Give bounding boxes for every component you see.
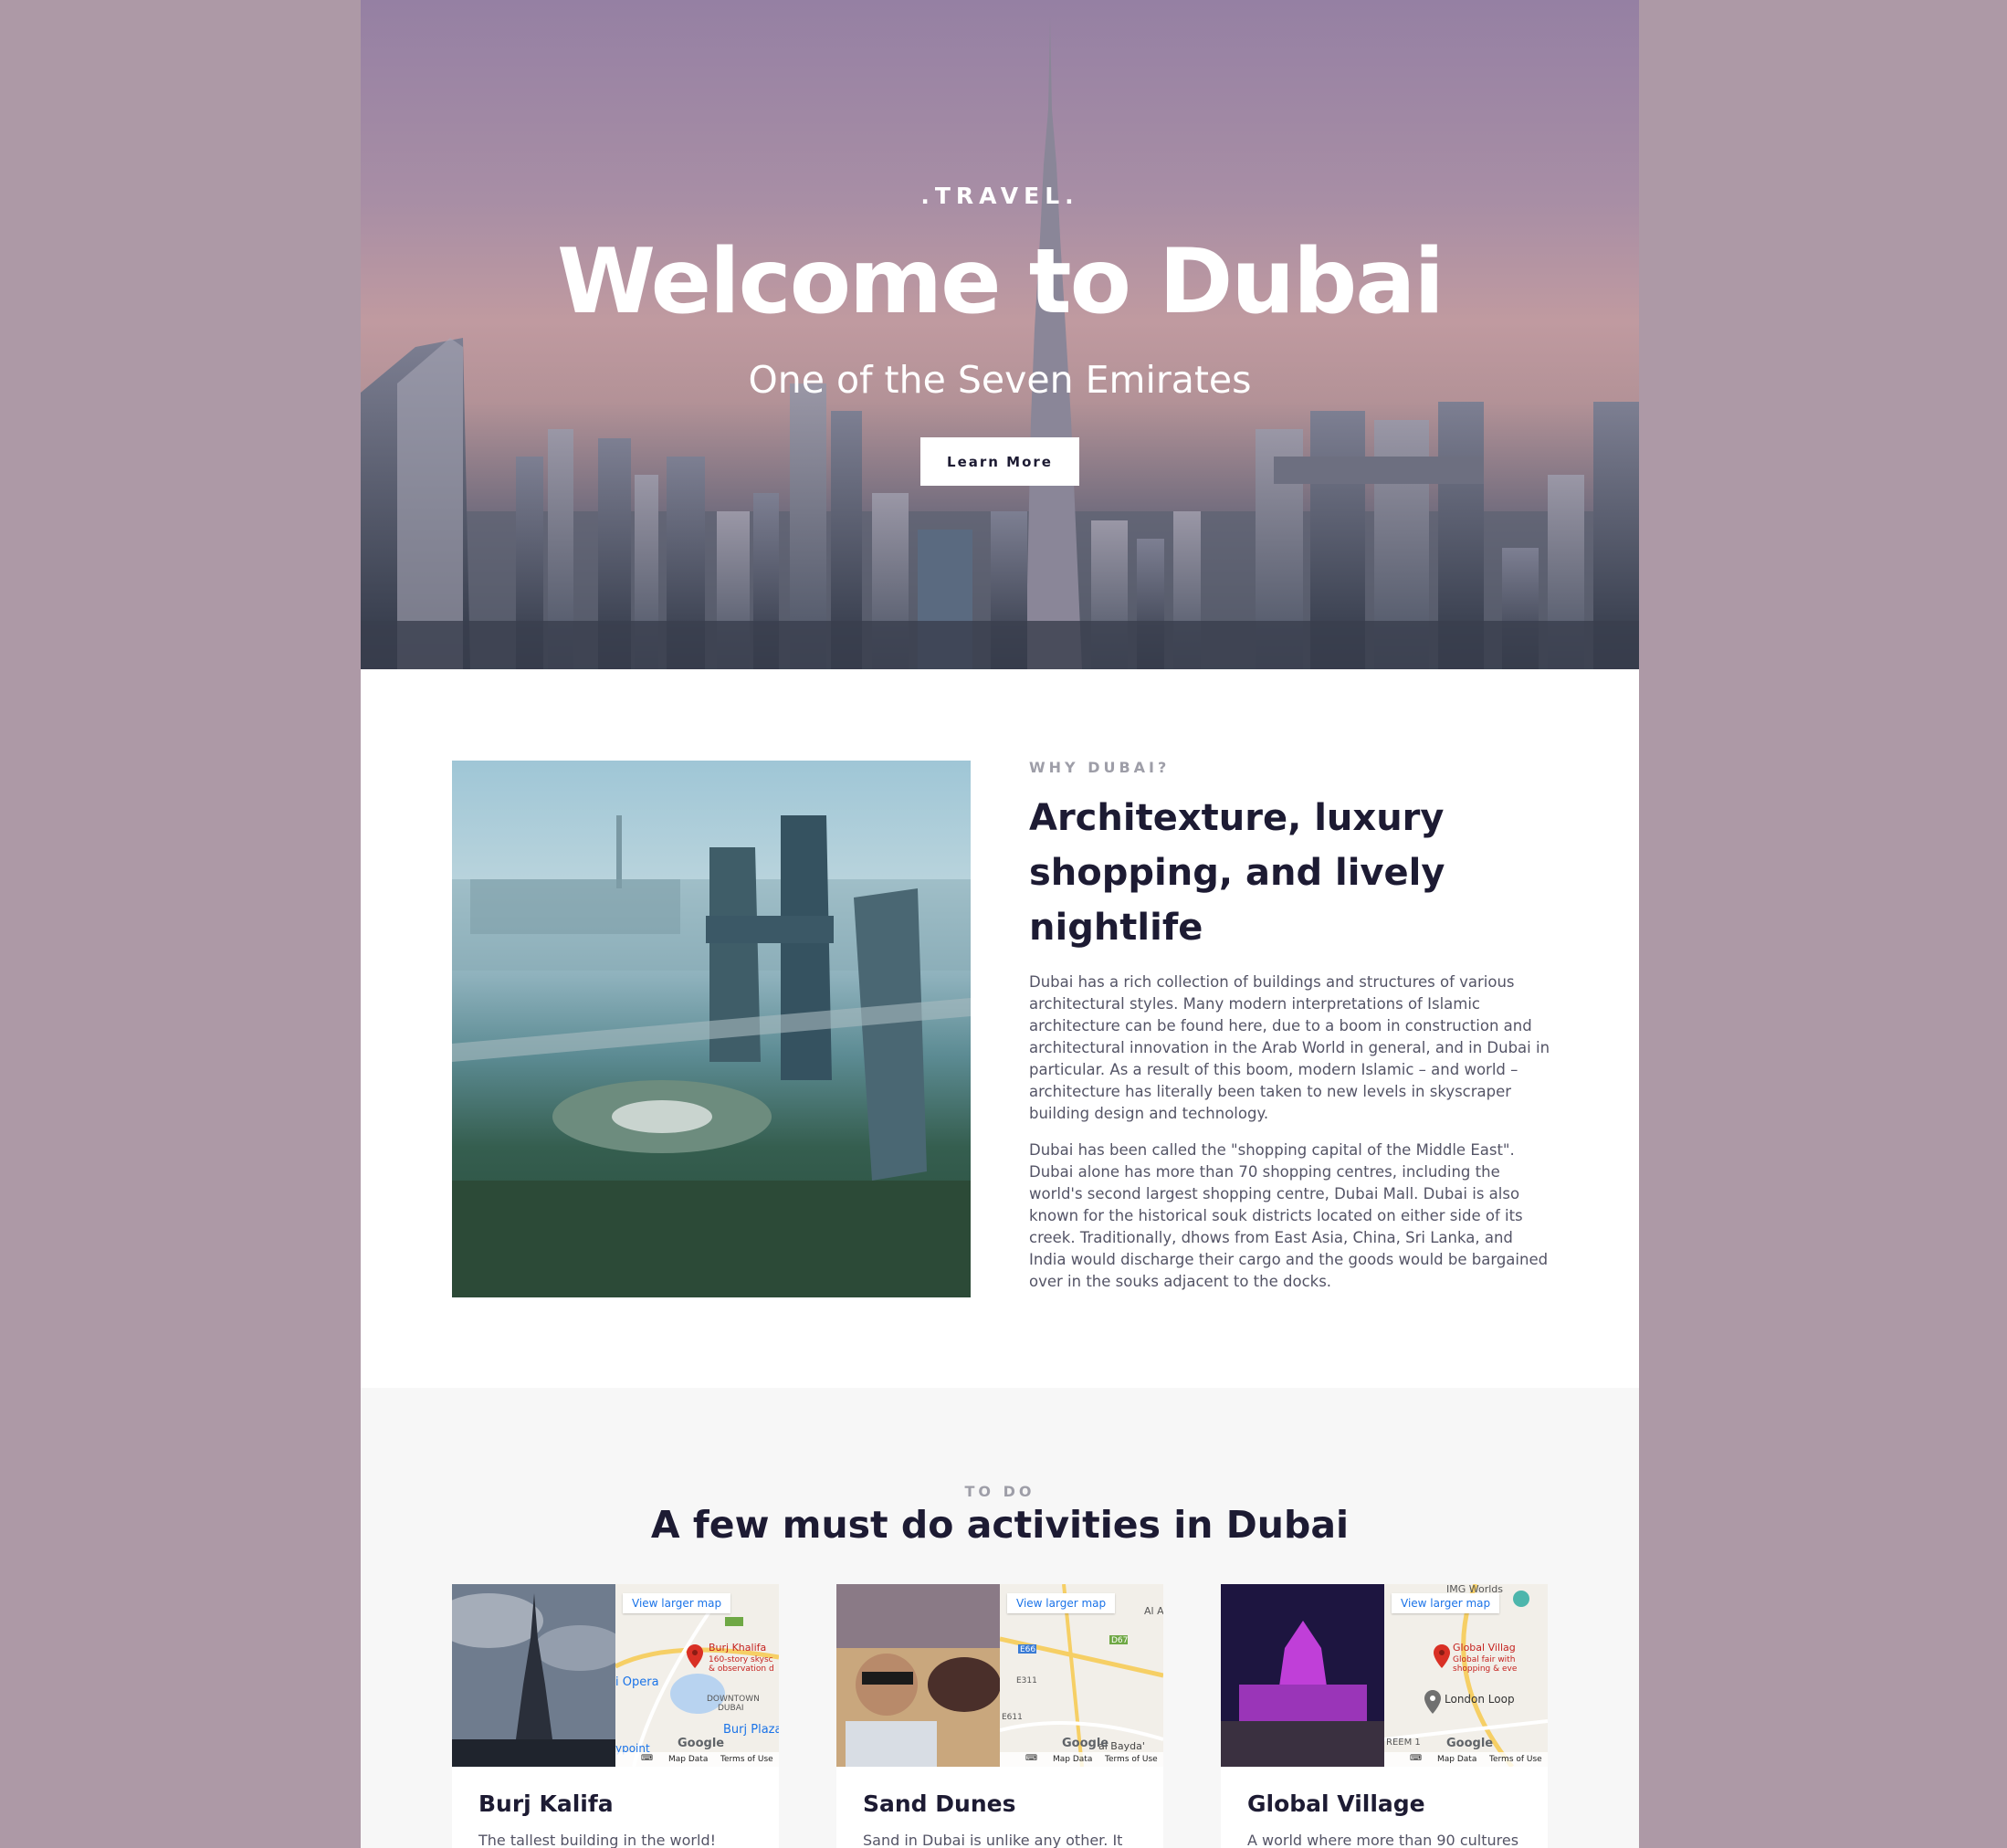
why-dubai-section: WHY DUBAI? Architexture, luxury shopping…: [361, 669, 1639, 1388]
map-pin-icon: [687, 1644, 703, 1668]
card-description: Sand in Dubai is unlike any other. It: [863, 1832, 1123, 1848]
map-label: DUBAI: [718, 1704, 744, 1713]
map-label: Burj Khalifa: [709, 1642, 767, 1654]
card-title: Global Village: [1247, 1790, 1425, 1817]
map-label: D67: [1111, 1636, 1129, 1645]
global-village-photo: [1221, 1584, 1384, 1767]
architecture-paragraph: Dubai has a rich collection of buildings…: [1029, 973, 1550, 1122]
sand-dunes-map[interactable]: View larger map Al A E66 D67 E311 E611 a…: [1000, 1584, 1163, 1767]
global-village-map[interactable]: View larger map IMG Worlds Global Villag…: [1384, 1584, 1548, 1767]
dubai-architecture-photo: [452, 761, 971, 1297]
map-label: & observation d: [709, 1664, 774, 1674]
terms-of-use-link[interactable]: Terms of Use: [1105, 1755, 1158, 1764]
keyboard-icon[interactable]: ⌨: [1410, 1754, 1422, 1763]
map-label: E611: [1002, 1713, 1023, 1722]
google-logo: Google: [678, 1737, 725, 1750]
map-footer: ⌨ Map Data Terms of Use: [1384, 1752, 1548, 1767]
card-description: A world where more than 90 cultures: [1247, 1832, 1519, 1848]
map-data-link[interactable]: Map Data: [1437, 1755, 1476, 1764]
card-title: Burj Kalifa: [478, 1790, 614, 1817]
why-heading: Architexture, luxury shopping, and livel…: [1029, 797, 1445, 949]
activity-card-sand-dunes: View larger map Al A E66 D67 E311 E611 a…: [836, 1584, 1163, 1848]
burj-kalifa-map[interactable]: View larger map Burj Khalifa 160-story s…: [615, 1584, 779, 1767]
map-label: Burj Plaza: [723, 1723, 779, 1737]
map-label: London Loop: [1445, 1693, 1515, 1706]
view-larger-map-link[interactable]: View larger map: [1392, 1593, 1500, 1613]
why-eyebrow: WHY DUBAI?: [1029, 759, 1171, 776]
google-logo: Google: [1062, 1737, 1109, 1750]
terms-of-use-link[interactable]: Terms of Use: [720, 1755, 773, 1764]
map-data-link[interactable]: Map Data: [1053, 1755, 1092, 1764]
shopping-paragraph: Dubai has been called the "shopping capi…: [1029, 1141, 1549, 1290]
google-logo: Google: [1446, 1737, 1494, 1750]
todo-title: A few must do activities in Dubai: [650, 1503, 1350, 1547]
hero-eyebrow: .TRAVEL.: [920, 183, 1079, 209]
burj-kalifa-photo: [452, 1584, 615, 1767]
hero-section: .TRAVEL. Welcome to Dubai One of the Sev…: [361, 0, 1639, 669]
view-larger-map-link[interactable]: View larger map: [623, 1593, 731, 1613]
map-label: REEM 1: [1386, 1738, 1421, 1748]
map-label: IMG Worlds: [1446, 1584, 1504, 1595]
page: .TRAVEL. Welcome to Dubai One of the Sev…: [361, 0, 1639, 1848]
card-title: Sand Dunes: [863, 1790, 1016, 1817]
activity-card-burj-kalifa: View larger map Burj Khalifa 160-story s…: [452, 1584, 779, 1848]
map-pin-icon: [1434, 1644, 1450, 1668]
hero-title: Welcome to Dubai: [556, 230, 1445, 334]
hero-subtitle: One of the Seven Emirates: [748, 358, 1252, 402]
map-data-link[interactable]: Map Data: [668, 1755, 708, 1764]
why-dubai-text: WHY DUBAI? Architexture, luxury shopping…: [1029, 759, 1554, 1293]
map-label: Al A: [1144, 1605, 1163, 1617]
sand-dunes-photo: [836, 1584, 1000, 1767]
view-larger-map-link[interactable]: View larger map: [1007, 1593, 1116, 1613]
map-label: shopping & eve: [1453, 1664, 1518, 1674]
learn-more-button[interactable]: Learn More: [920, 437, 1079, 486]
todo-eyebrow: TO DO: [964, 1483, 1035, 1500]
map-label: Global Villag: [1453, 1642, 1516, 1654]
terms-of-use-link[interactable]: Terms of Use: [1489, 1755, 1542, 1764]
map-label: E311: [1016, 1676, 1037, 1685]
keyboard-icon[interactable]: ⌨: [1025, 1754, 1037, 1763]
map-label: E66: [1020, 1645, 1036, 1654]
card-description: The tallest building in the world!: [478, 1832, 717, 1848]
hero-skyline-image: [361, 18, 1639, 669]
map-pin-icon: [1424, 1690, 1441, 1714]
map-footer: ⌨ Map Data Terms of Use: [1000, 1752, 1163, 1767]
todo-section: TO DO A few must do activities in Dubai: [361, 1388, 1639, 1848]
activity-card-global-village: View larger map IMG Worlds Global Villag…: [1221, 1584, 1548, 1848]
map-label: i Opera: [615, 1675, 659, 1689]
map-footer: ⌨ Map Data Terms of Use: [615, 1752, 779, 1767]
keyboard-icon[interactable]: ⌨: [641, 1754, 653, 1763]
